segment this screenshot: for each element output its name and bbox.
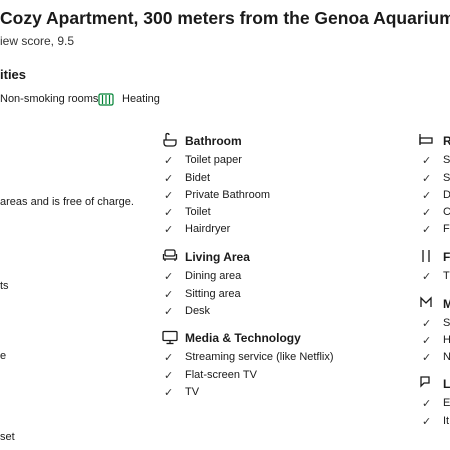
right-category-1-title: R xyxy=(443,134,450,148)
check-icon: ✓ xyxy=(164,271,174,283)
check-icon: ✓ xyxy=(164,370,174,382)
right-item: N xyxy=(443,351,450,363)
monitor-icon xyxy=(162,330,178,345)
right-item: D xyxy=(443,189,450,201)
right-item: E xyxy=(443,397,450,409)
check-icon: ✓ xyxy=(164,306,174,318)
bathroom-item: Hairdryer xyxy=(185,223,231,235)
check-icon: ✓ xyxy=(422,271,432,283)
media-item: Streaming service (like Netflix) xyxy=(185,351,334,363)
bed-icon xyxy=(419,134,433,145)
check-icon: ✓ xyxy=(164,352,174,364)
living-area-item: Desk xyxy=(185,305,211,317)
facilities-heading: ities xyxy=(0,67,27,82)
media-icon xyxy=(420,296,432,307)
right-item: It xyxy=(443,415,450,427)
check-icon: ✓ xyxy=(422,318,432,330)
right-item: S xyxy=(443,317,450,329)
fork-knife-icon xyxy=(422,250,430,262)
media-item: Flat-screen TV xyxy=(185,369,257,381)
chat-icon xyxy=(420,376,430,388)
check-icon: ✓ xyxy=(164,289,174,301)
right-item: H xyxy=(443,334,450,346)
check-icon: ✓ xyxy=(164,224,174,236)
check-icon: ✓ xyxy=(422,173,432,185)
check-icon: ✓ xyxy=(164,173,174,185)
check-icon: ✓ xyxy=(422,224,432,236)
right-category-4-title: L xyxy=(443,377,450,391)
check-icon: ✓ xyxy=(164,387,174,399)
living-area-item: Dining area xyxy=(185,270,242,282)
right-item: T xyxy=(443,270,450,282)
bathroom-item: Toilet xyxy=(185,206,211,218)
check-icon: ✓ xyxy=(164,155,174,167)
check-icon: ✓ xyxy=(422,352,432,364)
check-icon: ✓ xyxy=(422,207,432,219)
check-icon: ✓ xyxy=(422,190,432,202)
right-item: F xyxy=(443,223,450,235)
category-bathroom-title: Bathroom xyxy=(185,134,242,148)
sofa-icon xyxy=(162,249,178,261)
check-icon: ✓ xyxy=(422,398,432,410)
facility-heating: Heating xyxy=(122,93,160,105)
left-fragment-4: set xyxy=(0,431,15,443)
left-fragment-2: ts xyxy=(0,280,9,292)
heating-icon xyxy=(98,93,114,106)
bathroom-item: Toilet paper xyxy=(185,154,242,166)
category-living-area-title: Living Area xyxy=(185,250,250,264)
facility-non-smoking: Non-smoking rooms xyxy=(0,93,99,105)
right-item: S xyxy=(443,172,450,184)
media-item: TV xyxy=(185,386,200,398)
check-icon: ✓ xyxy=(164,207,174,219)
bathroom-item: Bidet xyxy=(185,172,211,184)
bathroom-item: Private Bathroom xyxy=(185,189,270,201)
right-item: S xyxy=(443,154,450,166)
review-score: iew score, 9.5 xyxy=(0,34,75,48)
check-icon: ✓ xyxy=(422,155,432,167)
check-icon: ✓ xyxy=(422,335,432,347)
check-icon: ✓ xyxy=(422,416,432,428)
living-area-item: Sitting area xyxy=(185,288,241,300)
left-fragment-3: e xyxy=(0,350,7,362)
right-category-2-title: F xyxy=(443,250,450,264)
right-category-3-title: M xyxy=(443,297,450,311)
check-icon: ✓ xyxy=(164,190,174,202)
bath-icon xyxy=(163,132,177,147)
category-media-title: Media & Technology xyxy=(185,331,301,345)
property-title: Cozy Apartment, 300 meters from the Geno… xyxy=(0,8,450,28)
right-item: C xyxy=(443,206,450,218)
left-fragment-1: areas and is free of charge. xyxy=(0,196,134,208)
